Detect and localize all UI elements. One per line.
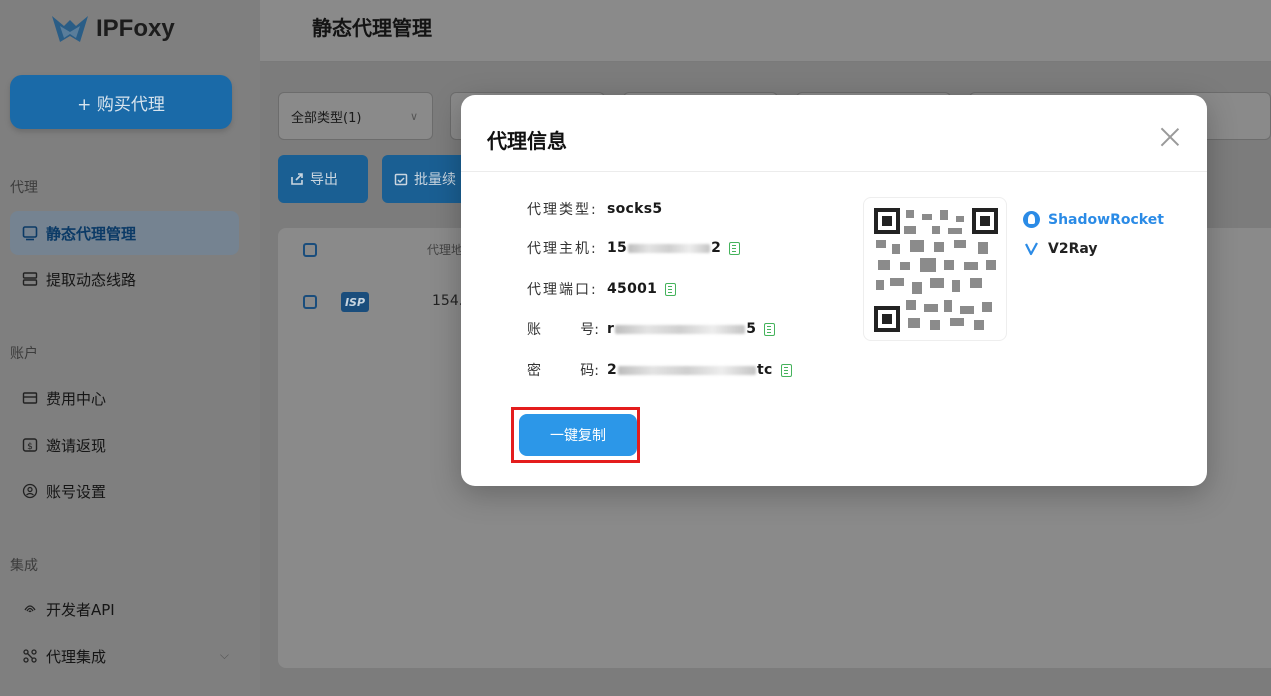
- copy-icon[interactable]: [665, 282, 677, 296]
- dollar-icon: $: [22, 438, 38, 452]
- chevron-down-icon: ⌵: [219, 648, 229, 662]
- field-value-prefix: r: [607, 321, 615, 337]
- column-header-address: 代理地: [427, 243, 464, 257]
- logo[interactable]: IPFoxy: [50, 12, 175, 46]
- redacted-value: [628, 243, 711, 253]
- field-label-part: 号:: [580, 322, 599, 338]
- highlight-box: 一键复制: [511, 407, 640, 463]
- sidebar-item-label: 代理集成: [46, 647, 107, 666]
- sidebar-item-developer-api[interactable]: 开发者API: [10, 587, 239, 631]
- field-value-suffix: 5: [746, 321, 757, 337]
- svg-text:$: $: [27, 442, 33, 452]
- sidebar: IPFoxy + 购买代理 代理 静态代理管理 提取动态线路 账户 费用中心 $…: [0, 0, 260, 696]
- field-proxy-type: 代理类型: socks5: [527, 199, 662, 219]
- v2ray-link[interactable]: V2Ray: [1023, 240, 1098, 257]
- copy-icon[interactable]: [780, 363, 792, 377]
- field-label: 代理端口:: [527, 282, 598, 298]
- select-all-checkbox[interactable]: [303, 243, 317, 257]
- field-value-prefix: 2: [607, 362, 618, 378]
- app-name: IPFoxy: [96, 15, 175, 42]
- field-value-prefix: 15: [607, 240, 628, 256]
- modal-divider: [461, 171, 1207, 172]
- field-label: 代理类型:: [527, 202, 598, 218]
- sidebar-item-billing[interactable]: 费用中心: [10, 376, 239, 420]
- export-icon: [291, 173, 303, 185]
- app-name: V2Ray: [1048, 240, 1098, 257]
- sidebar-item-account-settings[interactable]: 账号设置: [10, 469, 239, 513]
- sidebar-item-proxy-integration[interactable]: 代理集成 ⌵: [10, 634, 239, 678]
- sidebar-item-label: 开发者API: [46, 600, 115, 619]
- isp-badge: ISP: [341, 292, 369, 312]
- sidebar-item-label: 账号设置: [46, 482, 107, 501]
- copy-icon[interactable]: [764, 322, 776, 336]
- batch-renew-label: 批量续: [414, 172, 456, 188]
- buy-proxy-button[interactable]: + 购买代理: [10, 75, 232, 129]
- field-value-suffix: 2: [711, 240, 722, 256]
- fox-logo-icon: [52, 16, 88, 42]
- field-value: 45001: [607, 281, 658, 297]
- field-value: socks5: [607, 201, 663, 217]
- sidebar-item-label: 静态代理管理: [46, 224, 137, 243]
- redacted-value: [615, 324, 746, 334]
- export-button[interactable]: 导出: [278, 155, 368, 203]
- field-value-suffix: tc: [757, 362, 773, 378]
- batch-renew-button[interactable]: 批量续: [382, 155, 472, 203]
- fingerprint-icon: [24, 605, 36, 613]
- sidebar-item-dynamic-routes[interactable]: 提取动态线路: [10, 257, 239, 301]
- field-proxy-host: 代理主机: 15 2: [527, 238, 741, 258]
- field-proxy-port: 代理端口: 45001: [527, 279, 677, 299]
- user-icon: [22, 483, 38, 499]
- page-title: 静态代理管理: [312, 16, 432, 40]
- calendar-check-icon: [394, 173, 408, 186]
- proxy-info-modal: 代理信息 代理类型: socks5 代理主机: 15 2 代理端口: 45001…: [461, 95, 1207, 486]
- field-label-part: 密: [527, 363, 541, 379]
- sidebar-item-label: 提取动态线路: [46, 270, 137, 289]
- field-label-part: 账: [527, 322, 541, 338]
- close-icon[interactable]: [1159, 125, 1181, 147]
- row-checkbox[interactable]: [303, 295, 317, 309]
- sidebar-item-label: 邀请返现: [46, 436, 107, 455]
- wallet-icon: [22, 392, 38, 404]
- section-title-integration: 集成: [10, 558, 38, 574]
- copy-icon[interactable]: [729, 241, 741, 255]
- shadowrocket-link[interactable]: ShadowRocket: [1023, 211, 1164, 228]
- sidebar-item-static-proxy[interactable]: 静态代理管理: [10, 211, 239, 255]
- field-label-part: 码:: [580, 363, 599, 379]
- sidebar-item-referral[interactable]: $ 邀请返现: [10, 423, 239, 467]
- field-username: 账 号: r 5: [527, 319, 776, 339]
- export-label: 导出: [310, 172, 338, 188]
- v2ray-icon: [1025, 242, 1038, 256]
- type-filter-value: 全部类型(1): [291, 110, 362, 126]
- server-icon: [22, 272, 38, 286]
- row-ip: 154.: [432, 293, 464, 309]
- section-title-account: 账户: [10, 346, 38, 362]
- field-label: 代理主机:: [527, 241, 598, 257]
- copy-all-button[interactable]: 一键复制: [519, 414, 637, 456]
- field-label: 密 码:: [527, 360, 599, 380]
- chevron-down-icon: ∨: [409, 109, 418, 123]
- qr-code-icon: [874, 208, 998, 332]
- monitor-icon: [22, 226, 38, 241]
- section-title-proxy: 代理: [10, 180, 38, 196]
- type-filter-select[interactable]: 全部类型(1) ∨: [278, 92, 433, 140]
- sidebar-item-label: 费用中心: [46, 389, 107, 408]
- field-password: 密 码: 2 tc: [527, 360, 792, 380]
- qr-code-card: [863, 197, 1007, 341]
- shadowrocket-icon: [1023, 211, 1040, 228]
- integration-icon: [23, 649, 37, 663]
- app-name: ShadowRocket: [1048, 211, 1164, 228]
- modal-title: 代理信息: [487, 129, 567, 153]
- field-label: 账 号:: [527, 319, 599, 339]
- redacted-value: [618, 365, 757, 375]
